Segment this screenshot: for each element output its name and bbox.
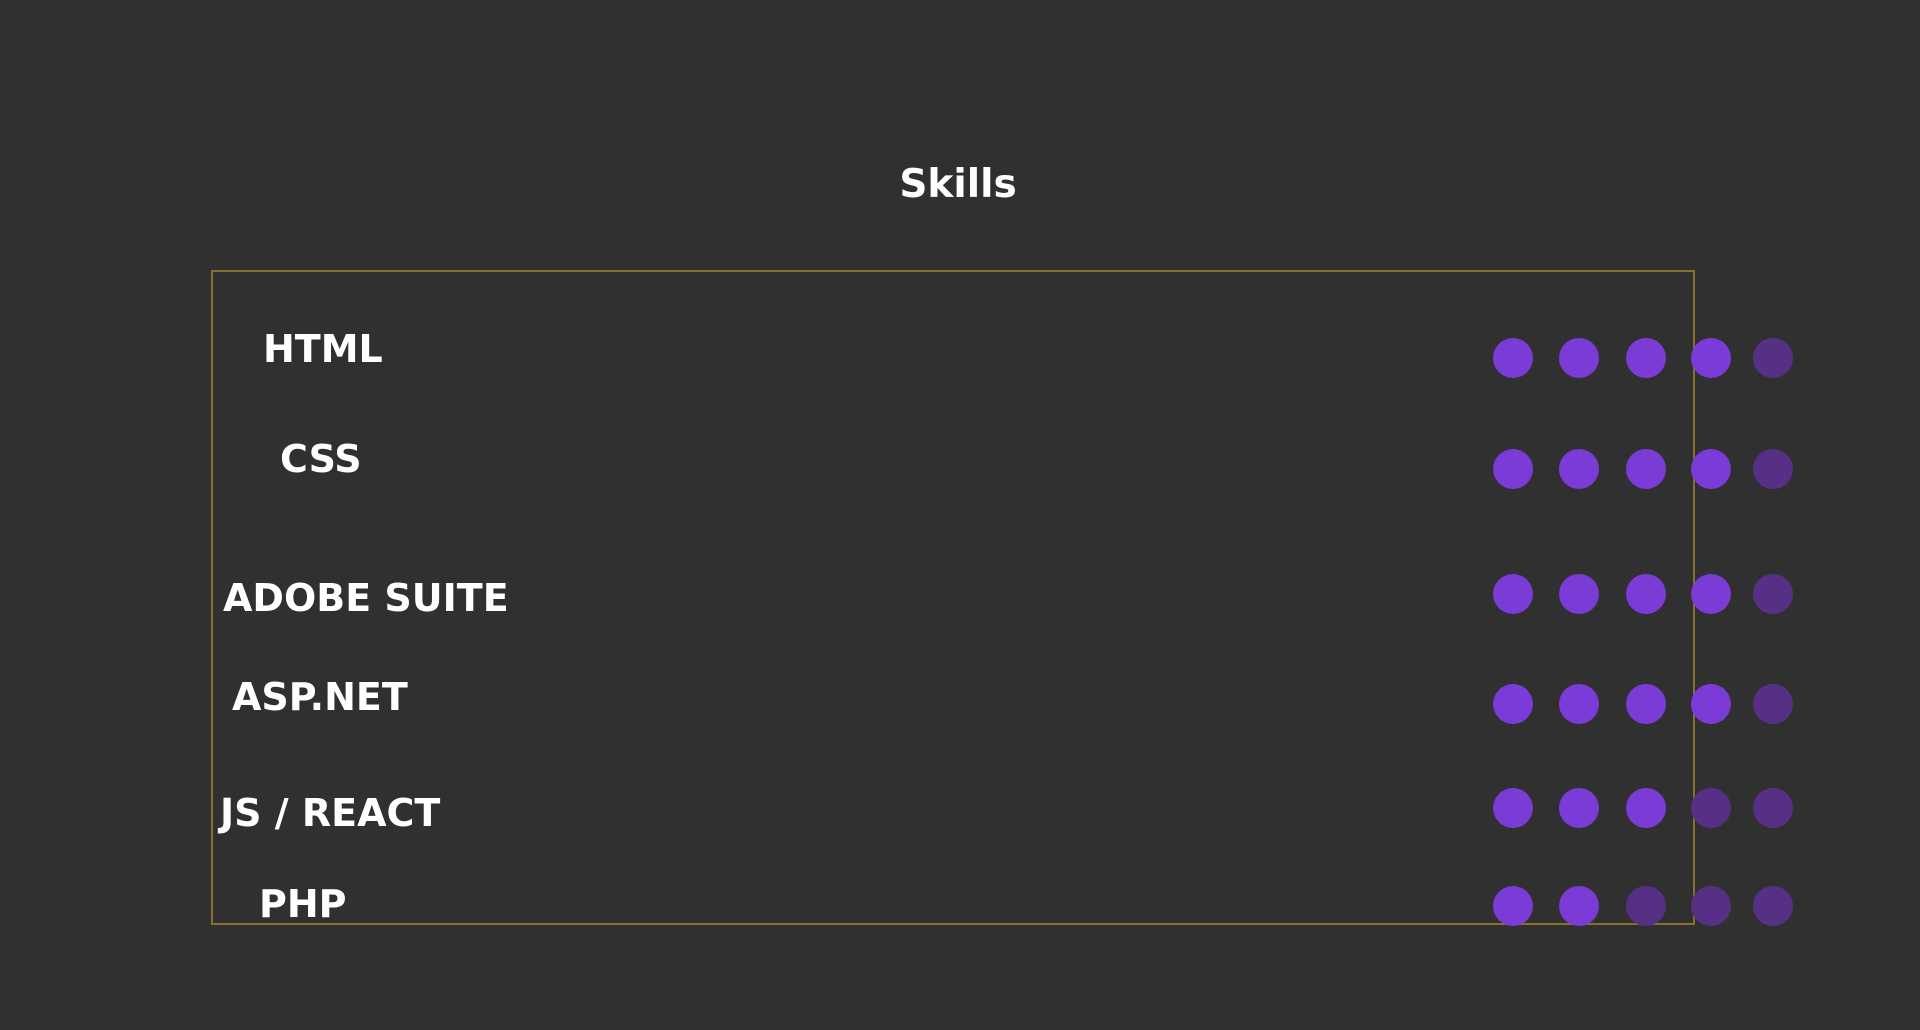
rating-dot-filled [1493,886,1533,926]
rating-dot-filled [1559,886,1599,926]
skill-label-html: HTML [263,327,383,371]
rating-dot-filled [1691,338,1731,378]
rating-dot-filled [1493,449,1533,489]
skill-label-php: PHP [259,882,347,926]
rating-dot-empty [1626,886,1666,926]
rating-dot-filled [1691,449,1731,489]
rating-dot-empty [1753,788,1793,828]
rating-dot-empty [1753,449,1793,489]
rating-dot-filled [1559,574,1599,614]
skills-panel: HTML CSS ADOBE SUITE ASP.NET JS / REACT … [211,270,1793,926]
rating-dot-filled [1559,338,1599,378]
skill-rating-html [1493,338,1793,378]
skill-label-js-react: JS / REACT [220,791,441,835]
rating-dot-filled [1493,338,1533,378]
rating-dot-filled [1626,788,1666,828]
rating-dot-filled [1626,574,1666,614]
page-title: Skills [899,162,1017,207]
rating-dot-filled [1626,338,1666,378]
rating-dot-filled [1691,574,1731,614]
skill-label-css: CSS [280,437,362,481]
skill-rating-js-react [1493,788,1793,828]
rating-dot-filled [1559,684,1599,724]
skills-page: Skills HTML CSS ADOBE SUITE ASP.NET JS /… [0,0,1920,1030]
skill-label-adobe-suite: ADOBE SUITE [223,576,509,620]
rating-dot-filled [1626,449,1666,489]
rating-dot-filled [1559,449,1599,489]
rating-dot-empty [1753,886,1793,926]
rating-dot-filled [1493,684,1533,724]
skill-rating-asp-net [1493,684,1793,724]
skill-label-asp-net: ASP.NET [232,675,408,719]
rating-dot-empty [1691,886,1731,926]
rating-dot-empty [1753,574,1793,614]
rating-dot-filled [1559,788,1599,828]
rating-dot-filled [1626,684,1666,724]
rating-dot-empty [1753,338,1793,378]
rating-dot-filled [1691,684,1731,724]
skill-rating-adobe-suite [1493,574,1793,614]
skill-rating-php [1493,886,1793,926]
rating-dot-filled [1493,788,1533,828]
rating-dot-empty [1753,684,1793,724]
rating-dot-empty [1691,788,1731,828]
rating-dot-filled [1493,574,1533,614]
skill-rating-css [1493,449,1793,489]
